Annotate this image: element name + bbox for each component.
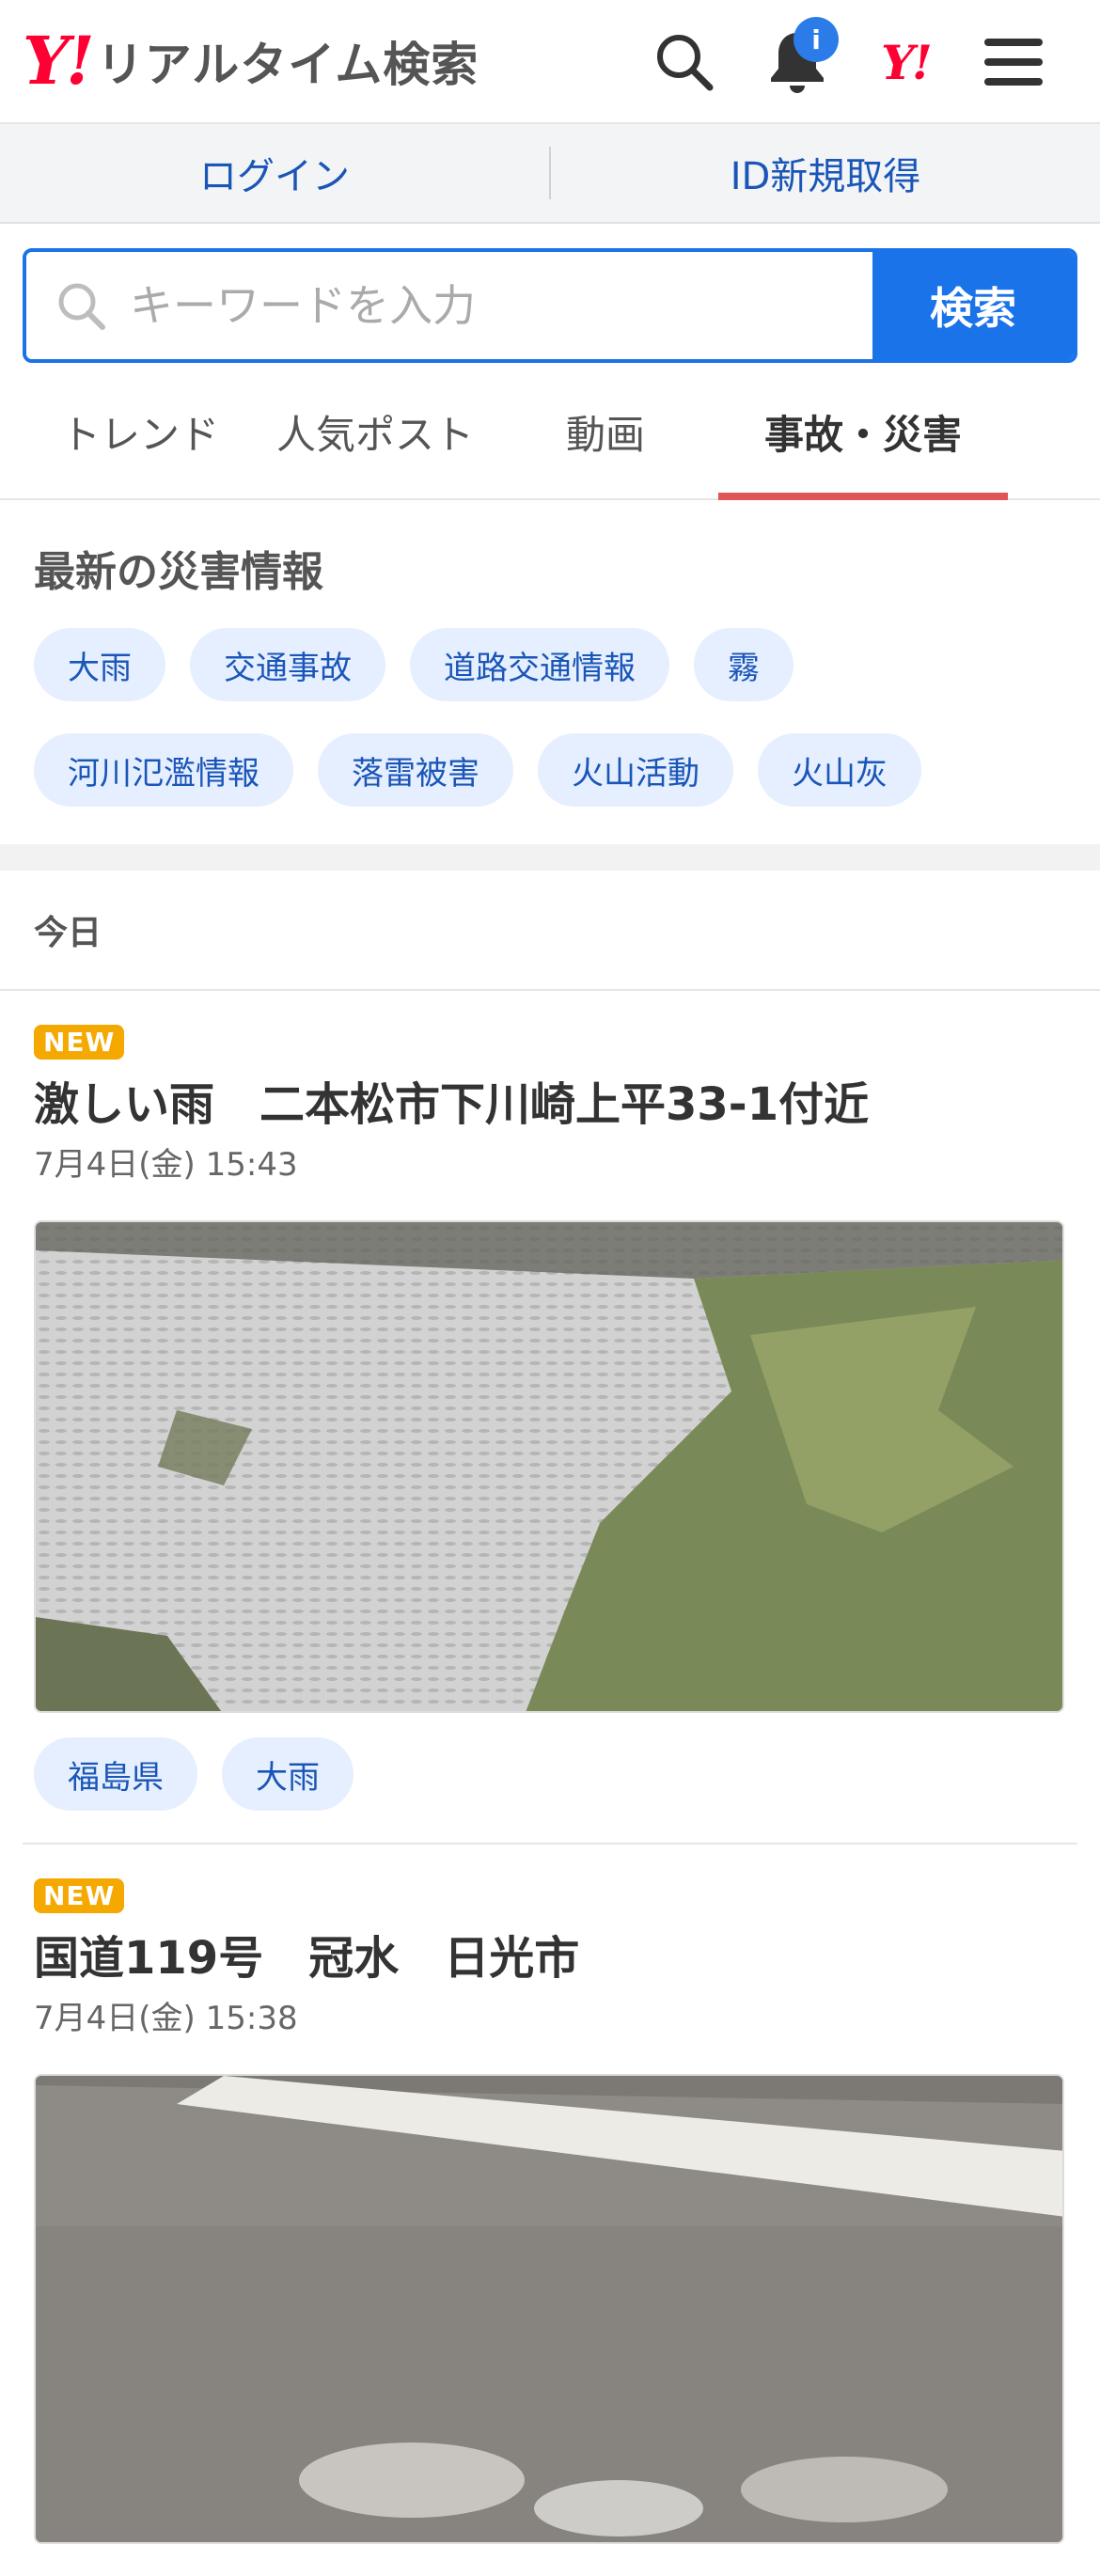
chip-volcanic-ash[interactable]: 火山灰: [758, 733, 921, 807]
tab-video[interactable]: 動画: [493, 365, 718, 498]
post-image-flooded-road[interactable]: [34, 2074, 1064, 2544]
section-title: 最新の災害情報: [34, 548, 323, 596]
notification-bell-icon[interactable]: i: [741, 0, 854, 124]
category-tabs: トレンド 人気ポスト 動画 事故・災害: [0, 365, 1100, 500]
post-timestamp: 7月4日(金) 15:43: [34, 1146, 298, 1184]
tab-popular-posts[interactable]: 人気ポスト: [258, 365, 493, 498]
chip-fog[interactable]: 霧: [694, 628, 794, 701]
section-divider: [0, 844, 1100, 871]
search-input[interactable]: [128, 279, 872, 332]
login-bar: ログイン ID新規取得: [0, 124, 1100, 224]
notification-badge: i: [794, 17, 839, 62]
tab-trend[interactable]: トレンド: [23, 365, 258, 498]
chip-traffic-accident[interactable]: 交通事故: [190, 628, 385, 701]
register-link[interactable]: ID新規取得: [551, 146, 1100, 200]
login-link[interactable]: ログイン: [0, 146, 549, 200]
search-box: 検索: [23, 248, 1077, 363]
tag-heavy-rain[interactable]: 大雨: [222, 1737, 354, 1811]
post-title[interactable]: 国道119号 冠水 日光市: [34, 1921, 1066, 1987]
search-button[interactable]: 検索: [872, 252, 1074, 359]
disaster-info-section: 最新の災害情報 大雨 交通事故 道路交通情報 霧 河川氾濫情報 落雷被害 火山活…: [0, 500, 1100, 825]
post-image-flooded-field[interactable]: [34, 1220, 1064, 1713]
new-badge: NEW: [34, 1878, 125, 1913]
yahoo-icon[interactable]: Y!: [854, 0, 957, 124]
post-title[interactable]: 激しい雨 二本松市下川崎上平33-1付近: [34, 1067, 1066, 1133]
search-input-wrap: [26, 252, 872, 359]
search-field-icon: [58, 283, 105, 330]
app-header: Y! リアルタイム検索 i Y!: [0, 0, 1100, 124]
chip-river-flood-info[interactable]: 河川氾濫情報: [34, 733, 293, 807]
search-icon[interactable]: [628, 0, 741, 124]
chip-lightning-damage[interactable]: 落雷被害: [318, 733, 513, 807]
logo-text: リアルタイム検索: [96, 38, 479, 92]
tab-accidents-disasters[interactable]: 事故・災害: [718, 365, 1008, 500]
tag-fukushima[interactable]: 福島県: [34, 1737, 197, 1811]
day-header: 今日: [0, 871, 1100, 991]
hamburger-menu-icon[interactable]: [957, 0, 1070, 124]
new-badge: NEW: [34, 1025, 125, 1060]
chip-road-traffic-info[interactable]: 道路交通情報: [410, 628, 669, 701]
header-actions: i Y!: [628, 0, 1070, 124]
post-card[interactable]: NEW 激しい雨 二本松市下川崎上平33-1付近 7月4日(金) 15:43 福…: [0, 991, 1100, 1843]
chip-volcanic-activity[interactable]: 火山活動: [538, 733, 733, 807]
logo[interactable]: Y! リアルタイム検索: [23, 0, 479, 122]
post-tags: 福島県 大雨: [34, 1737, 1066, 1811]
search-row: 検索: [0, 224, 1100, 363]
post-timestamp: 7月4日(金) 15:38: [34, 2000, 298, 2037]
disaster-chips: 大雨 交通事故 道路交通情報 霧 河川氾濫情報 落雷被害 火山活動 火山灰: [34, 628, 1066, 807]
chip-heavy-rain[interactable]: 大雨: [34, 628, 165, 701]
yahoo-logo-mark: Y!: [23, 22, 95, 100]
post-card[interactable]: NEW 国道119号 冠水 日光市 7月4日(金) 15:38: [23, 1843, 1077, 2576]
